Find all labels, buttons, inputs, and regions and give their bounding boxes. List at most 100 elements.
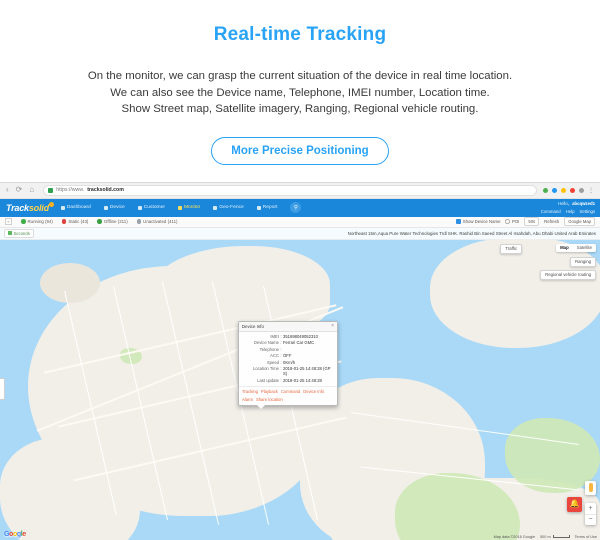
popup-title: Device Info xyxy=(242,323,264,329)
filter-static[interactable]: Static (43) xyxy=(61,219,88,224)
nav-item-report[interactable]: Report xyxy=(256,205,277,210)
traffic-label: Traffic xyxy=(500,243,522,254)
filter-offline[interactable]: Offline (211) xyxy=(97,219,128,224)
extension-icon-4[interactable] xyxy=(570,187,575,193)
customer-icon xyxy=(137,205,142,210)
promo-line-1: On the monitor, we can grasp the current… xyxy=(87,70,513,82)
traffic-toggle-button[interactable]: Traffic xyxy=(500,243,522,254)
map-address-bar: Seconds Northeast 15m,Aqua Pure Water Te… xyxy=(0,227,600,240)
nav-label-dashboard: Dashboard xyxy=(66,205,91,210)
tracksolid-logo[interactable]: Tracksolid xyxy=(6,201,54,213)
promo-line-3: Show Street map, Satellite imagery, Rang… xyxy=(121,103,479,115)
promo-description: On the monitor, we can grasp the current… xyxy=(0,68,600,118)
link-command[interactable]: Command xyxy=(281,389,300,394)
popup-row-speed: Speed : 0Km/h xyxy=(242,360,334,365)
show-device-name-checkbox[interactable]: Show Device Name xyxy=(456,219,500,224)
zoom-in-button[interactable]: + xyxy=(585,503,596,514)
imei-label: IMEI xyxy=(270,333,279,339)
map-canvas[interactable]: Seconds Northeast 15m,Aqua Pure Water Te… xyxy=(0,227,600,540)
refresh-interval-select[interactable]: 50s xyxy=(524,217,540,226)
filter-unactivated[interactable]: Unactivated (411) xyxy=(136,219,178,224)
account-area: Hello，abcqwzed1 Command Help Settings xyxy=(541,200,595,216)
nav-label-monitor: Monitor xyxy=(183,205,201,210)
account-username: abcqwzed1 xyxy=(572,200,595,206)
account-actions: Command Help Settings xyxy=(541,208,595,216)
popup-row-device-name: Device Name : Ferrari Car GMC xyxy=(242,340,334,345)
status-filter-toolbar: « Running (94) Static (43) Offline (211)… xyxy=(0,216,600,228)
current-address-text: Northeast 15m,Aqua Pure Water Technologi… xyxy=(347,230,596,236)
address-bar[interactable]: https://www. tracksolid.com xyxy=(43,184,537,196)
browser-menu-icon[interactable]: ⋮ xyxy=(588,187,594,194)
more-precise-positioning-button[interactable]: More Precise Positioning xyxy=(211,136,389,165)
pegman-icon xyxy=(588,483,593,492)
popup-row-location-time: Location Time : 2018-01-25 14:48:28 (GPS… xyxy=(242,366,334,376)
close-icon[interactable]: × xyxy=(331,323,334,329)
device-icon xyxy=(103,205,108,210)
home-icon[interactable]: ⌂ xyxy=(29,186,34,194)
link-alarm[interactable]: Alarm xyxy=(242,397,253,402)
location-time-value: 2018-01-25 14:48:28 (GPS) xyxy=(283,366,331,377)
back-icon[interactable]: ‹ xyxy=(6,186,9,194)
extension-icon-3[interactable] xyxy=(561,187,566,193)
speed-value: 0Km/h xyxy=(283,359,296,365)
extension-icon-2[interactable] xyxy=(552,187,557,193)
help-button[interactable]: Help xyxy=(566,208,575,216)
map-sidebar-handle[interactable] xyxy=(0,377,5,400)
report-icon xyxy=(256,205,261,210)
checkbox-icon xyxy=(456,219,461,224)
browser-nav-buttons: ‹ ⟳ ⌂ xyxy=(6,186,34,194)
google-logo-e: e xyxy=(22,530,26,538)
browser-window: ‹ ⟳ ⌂ https://www. tracksolid.com ⋮ Track… xyxy=(0,181,600,540)
show-device-name-label: Show Device Name xyxy=(462,219,501,224)
nav-item-dashboard[interactable]: Dashboard xyxy=(60,205,91,210)
alarm-button[interactable]: 🔔 xyxy=(567,496,582,512)
search-icon[interactable]: ⚲ xyxy=(290,202,302,213)
regional-vehicle-routing-button[interactable]: Regional vehicle routing xyxy=(540,269,596,280)
street-view-pegman[interactable] xyxy=(585,480,596,495)
refresh-button[interactable]: Refresh xyxy=(544,219,559,224)
reload-icon[interactable]: ⟳ xyxy=(16,186,23,194)
ranging-label: Ranging xyxy=(569,256,596,267)
map-type-switcher[interactable]: Map Satellite xyxy=(556,243,596,252)
url-prefix: https://www. xyxy=(56,187,85,193)
browser-chrome-bar: ‹ ⟳ ⌂ https://www. tracksolid.com ⋮ xyxy=(0,182,600,199)
acc-label: ACC xyxy=(270,353,279,359)
poi-radio[interactable]: POI xyxy=(505,219,519,224)
colon-2: : xyxy=(280,346,282,352)
last-update-value: 2018-01-25 14:48:28 xyxy=(283,378,322,384)
settings-button[interactable]: Settings xyxy=(579,208,595,216)
zoom-out-button[interactable]: − xyxy=(585,513,596,525)
nav-label-customer: Customer xyxy=(143,205,165,210)
nav-label-device: Device xyxy=(109,205,125,210)
nav-item-customer[interactable]: Customer xyxy=(137,205,165,210)
sidebar-toggle-button[interactable]: « xyxy=(5,218,12,225)
logo-solid-text: solid xyxy=(28,202,49,213)
promo-section: Real-time Tracking On the monitor, we ca… xyxy=(0,0,600,165)
nav-item-device[interactable]: Device xyxy=(103,205,125,210)
ranging-button[interactable]: Ranging xyxy=(569,256,596,267)
nav-item-monitor[interactable]: Monitor xyxy=(177,205,201,210)
map-land-northeast xyxy=(430,237,600,348)
map-type-map[interactable]: Map xyxy=(556,244,573,252)
link-tracking[interactable]: Tracking xyxy=(242,389,258,394)
extension-icon-5[interactable] xyxy=(579,187,584,193)
link-share-location[interactable]: Share location xyxy=(256,397,283,402)
command-button[interactable]: Command xyxy=(541,208,561,216)
link-device-info[interactable]: Device Info xyxy=(303,389,324,394)
map-type-satellite[interactable]: Satellite xyxy=(573,244,596,252)
last-update-label: Last update xyxy=(257,378,279,384)
seconds-chip-button[interactable]: Seconds xyxy=(4,228,34,238)
filter-running[interactable]: Running (94) xyxy=(21,219,53,224)
popup-row-acc: ACC : OFF xyxy=(242,353,334,358)
extension-icon-1[interactable] xyxy=(543,187,548,193)
promo-line-2: We can also see the Device name, Telepho… xyxy=(110,86,490,99)
geo-fence-icon xyxy=(213,205,218,210)
offline-status-icon xyxy=(97,219,102,224)
popup-row-imei: IMEI : 351698049052310 xyxy=(242,334,334,339)
unactivated-status-icon xyxy=(136,219,142,224)
running-status-icon xyxy=(21,219,26,224)
nav-item-geo-fence[interactable]: Geo-Fence xyxy=(213,205,244,210)
app-navbar: Tracksolid Dashboard Device Customer Mon… xyxy=(0,198,600,217)
map-source-select[interactable]: Google Map xyxy=(564,217,595,226)
link-playback[interactable]: Playback xyxy=(261,389,278,394)
